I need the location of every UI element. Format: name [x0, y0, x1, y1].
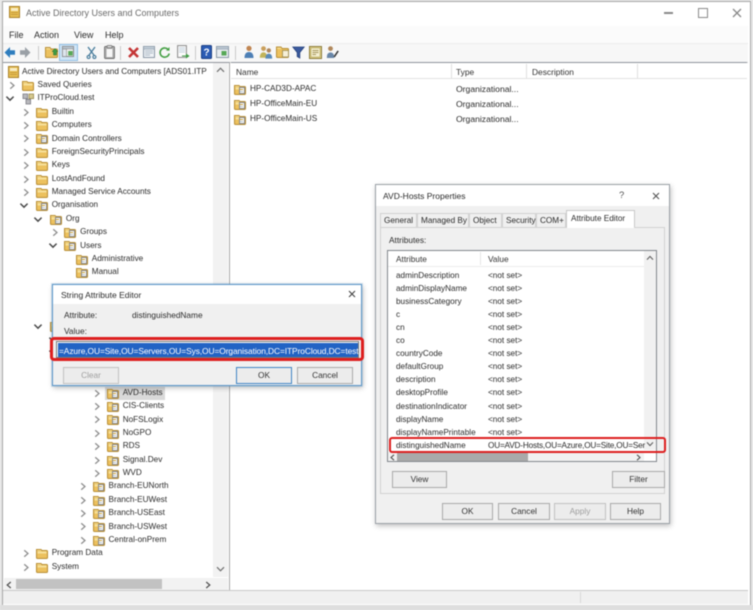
svg-text:?: ? — [203, 48, 209, 59]
